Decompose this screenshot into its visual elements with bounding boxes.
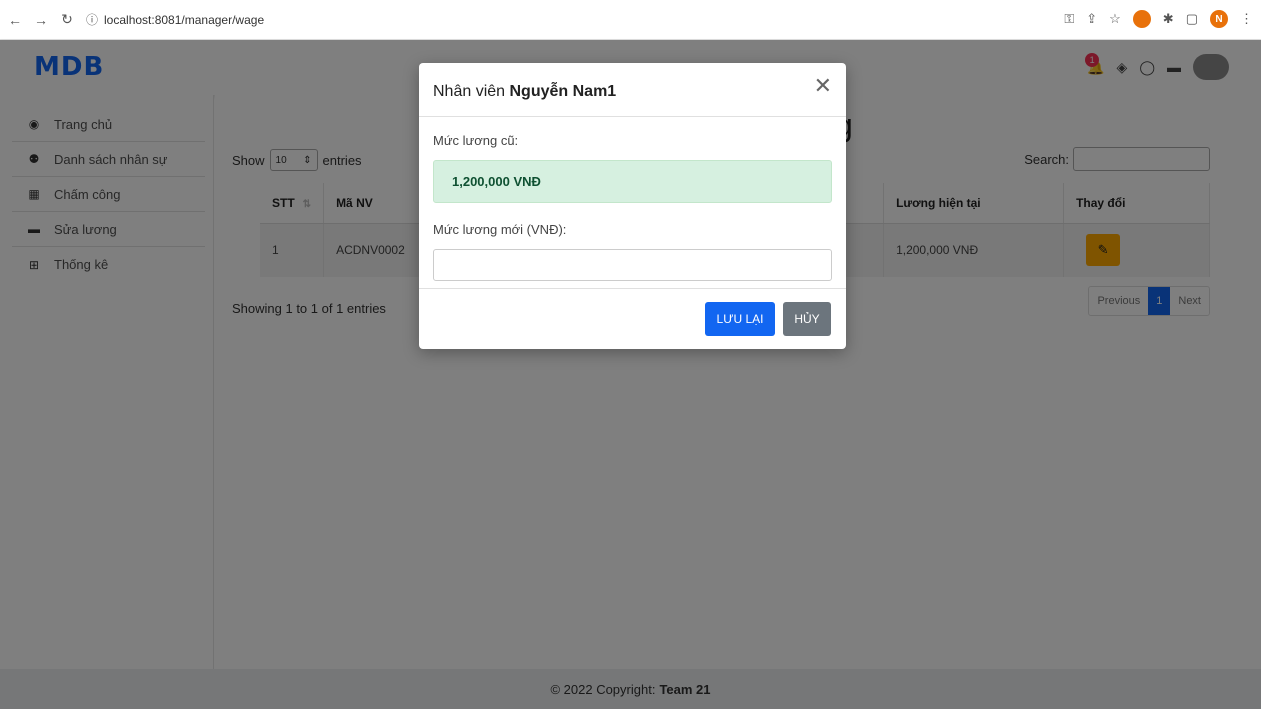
new-salary-label: Mức lương mới (VNĐ): <box>433 222 567 237</box>
close-icon[interactable]: ✕ <box>814 73 832 99</box>
forward-icon[interactable]: → <box>30 12 52 28</box>
menu-icon[interactable]: ⋮ <box>1240 11 1253 27</box>
browser-toolbar: ← → ↻ ⓘ localhost:8081/manager/wage ⚿ ⇪ … <box>0 0 1261 40</box>
share-icon[interactable]: ⇪ <box>1086 11 1097 27</box>
old-salary-label: Mức lương cũ: <box>433 133 519 148</box>
url-text: localhost:8081/manager/wage <box>104 12 265 27</box>
star-icon[interactable]: ☆ <box>1109 11 1121 27</box>
new-salary-input[interactable] <box>433 249 832 281</box>
back-icon[interactable]: ← <box>4 12 26 28</box>
key-icon[interactable]: ⚿ <box>1064 11 1074 27</box>
browser-actions: ⚿ ⇪ ☆ ✱ ▢ N ⋮ <box>1064 10 1253 28</box>
old-salary-value: 1,200,000 VNĐ <box>433 160 832 203</box>
cancel-button[interactable]: HỦY <box>783 302 831 336</box>
puzzle-icon[interactable]: ✱ <box>1163 11 1174 27</box>
modal-title: Nhân viên Nguyễn Nam1 <box>433 83 616 101</box>
edit-wage-modal: Nhân viên Nguyễn Nam1 ✕ Mức lương cũ: 1,… <box>419 63 846 349</box>
modal-header: Nhân viên Nguyễn Nam1 ✕ <box>419 63 846 117</box>
modal-title-prefix: Nhân viên <box>433 83 506 100</box>
profile-avatar[interactable]: N <box>1210 10 1228 28</box>
employee-name: Nguyễn Nam1 <box>509 83 617 100</box>
sidepanel-icon[interactable]: ▢ <box>1186 11 1198 27</box>
save-button[interactable]: LƯU LẠI <box>705 302 775 336</box>
reload-icon[interactable]: ↻ <box>56 11 78 28</box>
extension-icon[interactable] <box>1132 10 1151 28</box>
address-bar[interactable]: ⓘ localhost:8081/manager/wage <box>86 7 366 33</box>
modal-footer: LƯU LẠI HỦY <box>419 288 846 349</box>
modal-body: Mức lương cũ: 1,200,000 VNĐ Mức lương mớ… <box>419 117 846 281</box>
info-icon[interactable]: ⓘ <box>86 11 98 28</box>
